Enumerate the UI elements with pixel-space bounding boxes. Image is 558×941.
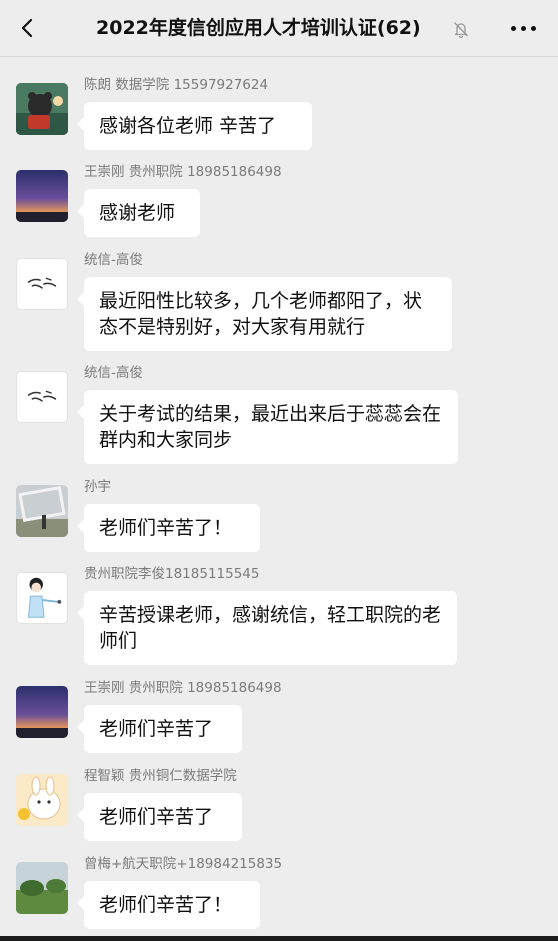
message-bubble[interactable]: 关于考试的结果，最近出来后于蕊蕊会在群内和大家同步 <box>77 390 458 464</box>
avatar[interactable] <box>16 83 68 135</box>
title-bar: 2022年度信创应用人才培训认证(62) <box>0 0 558 57</box>
more-dot <box>520 25 526 31</box>
avatar[interactable] <box>16 258 68 310</box>
sender-name: 贵州职院李俊18185115545 <box>84 566 260 582</box>
chat-title: 2022年度信创应用人才培训认证(62) <box>96 17 421 39</box>
sender-name: 统信-高俊 <box>84 365 143 381</box>
message-bubble[interactable]: 感谢老师 <box>77 189 200 237</box>
avatar[interactable] <box>16 686 68 738</box>
avatar[interactable] <box>16 485 68 537</box>
message-bubble[interactable]: 最近阳性比较多，几个老师都阳了，状态不是特别好，对大家有用就行 <box>77 277 452 351</box>
avatar[interactable] <box>16 572 68 624</box>
sender-name: 统信-高俊 <box>84 252 143 268</box>
message-bubble[interactable]: 老师们辛苦了 <box>77 705 242 753</box>
sender-name: 程智颖 贵州铜仁数据学院 <box>84 768 237 784</box>
message-bubble[interactable]: 老师们辛苦了！ <box>77 504 260 552</box>
message-bubble[interactable]: 老师们辛苦了！ <box>77 881 260 929</box>
chevron-left-icon <box>21 18 33 38</box>
avatar[interactable] <box>16 774 68 826</box>
more-dot <box>510 25 516 31</box>
sender-name: 王崇刚 贵州职院 18985186498 <box>84 680 282 696</box>
message-bubble[interactable]: 感谢各位老师 辛苦了 <box>77 102 312 150</box>
sender-name: 王崇刚 贵州职院 18985186498 <box>84 164 282 180</box>
message-bubble[interactable]: 老师们辛苦了 <box>77 793 242 841</box>
more-button[interactable] <box>505 14 541 42</box>
back-button[interactable] <box>10 10 46 46</box>
message-bubble[interactable]: 辛苦授课老师，感谢统信，轻工职院的老师们 <box>77 591 457 665</box>
bell-off-icon <box>454 22 468 38</box>
avatar[interactable] <box>16 862 68 914</box>
avatar[interactable] <box>16 170 68 222</box>
avatar[interactable] <box>16 371 68 423</box>
more-dot <box>530 25 536 31</box>
bottom-edge <box>0 936 558 941</box>
sender-name: 曾梅+航天职院+18984215835 <box>84 856 283 872</box>
chat-message-list[interactable]: 陈朗 数据学院 15597927624 感谢各位老师 辛苦了 王崇刚 贵州职院 … <box>0 57 558 941</box>
sender-name: 陈朗 数据学院 15597927624 <box>84 77 269 93</box>
sender-name: 孙宇 <box>84 479 111 495</box>
